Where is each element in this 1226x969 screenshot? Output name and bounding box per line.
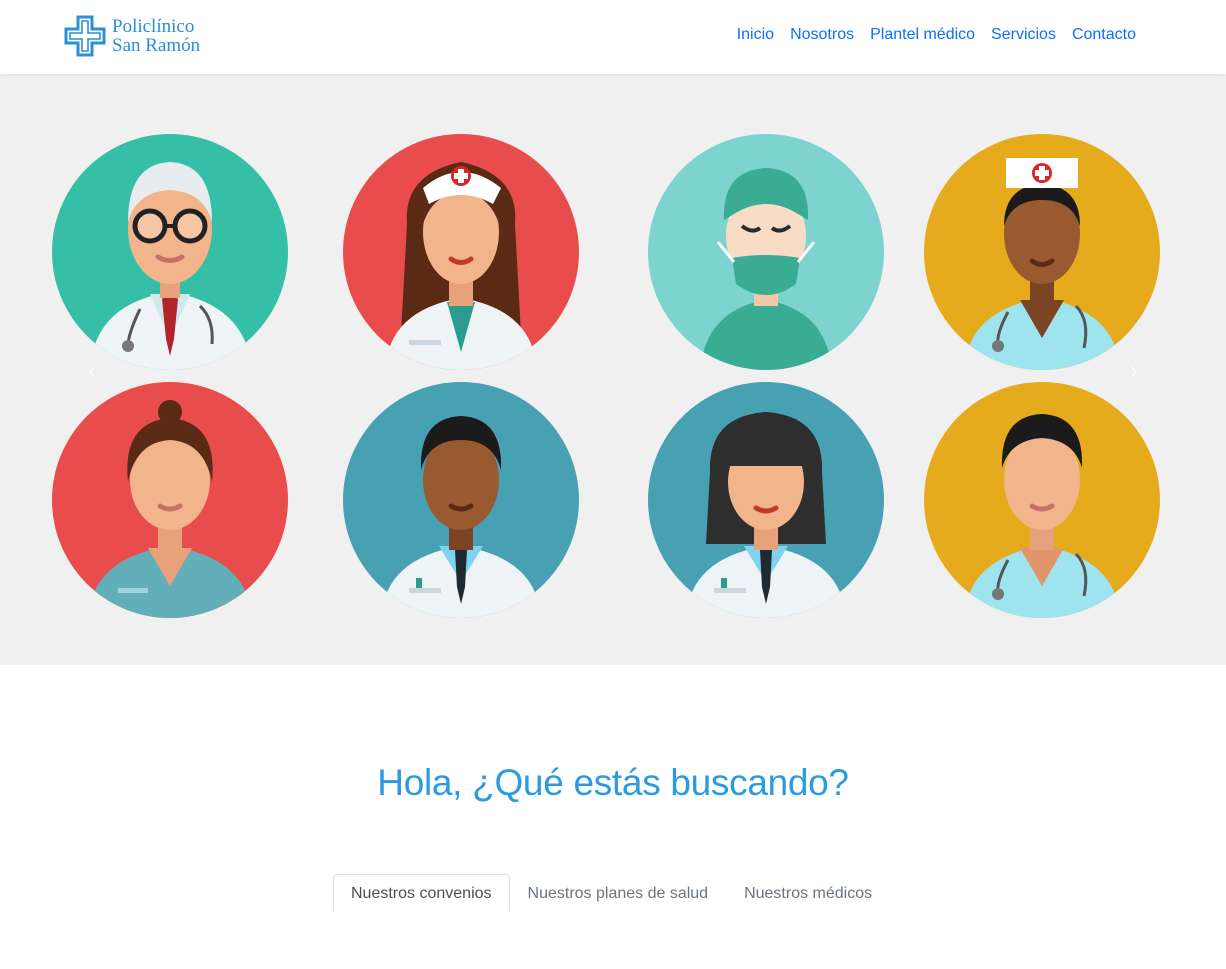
- avatar-nurse-cap-dark-skin: [924, 134, 1160, 370]
- avatar-doctor-dark-skin: [343, 382, 579, 618]
- tab-nuestros-convenios[interactable]: Nuestros convenios: [333, 874, 510, 912]
- nurse-avatar-icon: [924, 134, 1160, 370]
- nav-link-contacto[interactable]: Contacto: [1072, 26, 1136, 44]
- avatar-doctor-woman-bangs: [648, 382, 884, 618]
- carousel-prev-icon[interactable]: ‹: [82, 359, 102, 383]
- nav-link-inicio[interactable]: Inicio: [737, 26, 774, 44]
- avatar-doctor-elder-glasses: [52, 134, 288, 370]
- main-nav: Inicio Nosotros Plantel médico Servicios…: [737, 26, 1136, 44]
- navbar: Policlínico San Ramón Inicio Nosotros Pl…: [0, 0, 1226, 74]
- doctor-avatar-icon: [52, 134, 288, 370]
- brand-name: Policlínico San Ramón: [112, 17, 200, 55]
- carousel-next-icon[interactable]: ›: [1124, 359, 1144, 383]
- nav-link-nosotros[interactable]: Nosotros: [790, 26, 854, 44]
- avatar-nurse-man-stethoscope: [924, 382, 1160, 618]
- nav-link-servicios[interactable]: Servicios: [991, 26, 1056, 44]
- tab-nuestros-medicos[interactable]: Nuestros médicos: [726, 874, 890, 912]
- brand-logo[interactable]: Policlínico San Ramón: [64, 14, 200, 58]
- avatar-nurse-cap-long-hair: [343, 134, 579, 370]
- medical-cross-logo-icon: [64, 15, 106, 57]
- avatar-nurse-scrubs: [52, 382, 288, 618]
- staff-carousel: ‹ ›: [0, 74, 1226, 665]
- nav-link-plantel-medico[interactable]: Plantel médico: [870, 26, 975, 44]
- nurse-avatar-icon: [343, 134, 579, 370]
- doctor-avatar-icon: [343, 382, 579, 618]
- search-headline: Hola, ¿Qué estás buscando?: [377, 762, 849, 803]
- surgeon-avatar-icon: [648, 134, 884, 370]
- brand-line-1: Policlínico: [112, 16, 195, 37]
- brand-line-2: San Ramón: [112, 35, 201, 56]
- tab-nuestros-planes-de-salud[interactable]: Nuestros planes de salud: [510, 874, 727, 912]
- nurse-avatar-icon: [924, 382, 1160, 618]
- avatar-surgeon-mask: [648, 134, 884, 370]
- doctor-avatar-icon: [648, 382, 884, 618]
- content-tabs: Nuestros convenios Nuestros planes de sa…: [333, 874, 890, 912]
- nurse-avatar-icon: [52, 382, 288, 618]
